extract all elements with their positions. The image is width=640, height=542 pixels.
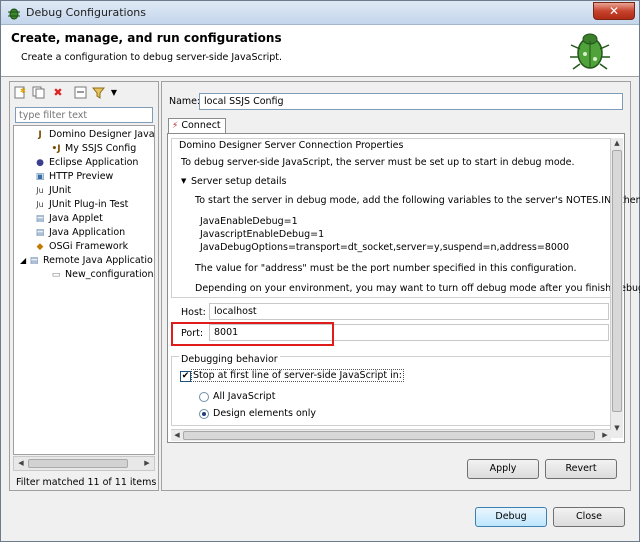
port-highlight-box — [171, 322, 334, 346]
panel-vertical-scrollbar[interactable]: ▲ ▼ — [610, 138, 623, 438]
variable-java-enable-debug: JavaEnableDebug=1 — [200, 216, 298, 227]
collapse-all-icon[interactable] — [73, 86, 87, 100]
java-app-icon: ▤ — [35, 228, 45, 238]
config-icon: ▭ — [51, 270, 61, 280]
scroll-left-arrow-icon[interactable]: ◀ — [171, 430, 183, 441]
window-close-button[interactable]: ✕ — [593, 2, 635, 20]
tree-item-label: JUnit Plug-in Test — [49, 199, 129, 210]
scrollbar-thumb[interactable] — [28, 459, 128, 468]
eclipse-icon: ● — [36, 158, 44, 168]
filter-config-icon[interactable] — [91, 86, 105, 100]
scrollbar-thumb[interactable] — [612, 150, 622, 412]
stop-at-first-line-label[interactable]: Stop at first line of server-side JavaSc… — [191, 369, 404, 382]
tree-item-label: Java Applet — [49, 213, 103, 224]
duplicate-config-icon[interactable] — [31, 86, 45, 100]
tree-item-domino-designer-javascript[interactable]: J Domino Designer JavaSc — [34, 128, 155, 142]
tree-horizontal-scrollbar[interactable]: ◀ ▶ — [13, 456, 155, 471]
variable-java-debug-options: JavaDebugOptions=transport=dt_socket,ser… — [200, 242, 570, 253]
title-bar[interactable]: Debug Configurations ✕ — [1, 1, 639, 25]
tree-item-junit[interactable]: Ju JUnit — [34, 184, 71, 198]
tree-item-java-applet[interactable]: ▤ Java Applet — [34, 212, 103, 226]
dialog-header: Create, manage, and run configurations C… — [1, 25, 639, 77]
tree-item-junit-plugin-test[interactable]: Ju JUnit Plug-in Test — [34, 198, 128, 212]
name-field[interactable]: local SSJS Config — [199, 93, 623, 110]
scroll-down-arrow-icon[interactable]: ▼ — [611, 423, 623, 434]
debug-bug-icon — [570, 33, 610, 70]
section-title[interactable]: Server setup details — [191, 176, 286, 187]
dialog-subtitle: Create a configuration to debug server-s… — [21, 52, 283, 63]
tree-item-osgi-framework[interactable]: ◆ OSGi Framework — [34, 240, 129, 254]
all-javascript-label[interactable]: All JavaScript — [213, 391, 275, 402]
bug-title-icon — [8, 8, 20, 20]
configuration-tree[interactable]: J Domino Designer JavaSc •J My SSJS Config… — [13, 125, 155, 455]
tree-item-label: Eclipse Application — [49, 157, 139, 168]
tree-item-my-ssjs-config[interactable]: •J My SSJS Config — [50, 142, 136, 156]
filter-input[interactable] — [15, 107, 153, 123]
dialog-title: Create, manage, and run configurations — [11, 31, 282, 45]
tree-item-label: Domino Designer JavaSc — [49, 129, 155, 140]
tree-item-eclipse-application[interactable]: ● Eclipse Application — [34, 156, 138, 170]
svg-text:✱: ✱ — [20, 87, 26, 95]
tree-item-label: HTTP Preview — [49, 171, 114, 182]
tree-item-label: New_configuration — [65, 269, 154, 280]
js-config-icon: •J — [51, 144, 61, 154]
applet-icon: ▤ — [35, 214, 45, 224]
http-icon: ▣ — [35, 172, 45, 182]
section-collapse-icon[interactable]: ▼ — [181, 177, 186, 185]
tab-connect[interactable]: ⚡ Connect — [168, 118, 226, 133]
revert-button[interactable]: Revert — [545, 459, 617, 479]
variable-javascript-enable-debug: JavascriptEnableDebug=1 — [200, 229, 325, 240]
filter-menu-dropdown-icon[interactable]: ▼ — [107, 86, 121, 100]
debugging-behavior-title: Debugging behavior — [179, 354, 280, 365]
tree-item-new-configuration[interactable]: ▭ New_configuration — [50, 268, 154, 282]
host-field[interactable]: localhost — [209, 303, 609, 320]
tree-item-label: OSGi Framework — [49, 241, 129, 252]
domino-js-icon: J — [38, 130, 42, 140]
debug-configurations-window: Debug Configurations ✕ Create, manage, a… — [0, 0, 640, 542]
tab-connect-label: Connect — [181, 120, 221, 131]
tree-item-label: Remote Java Applicatio — [43, 255, 153, 266]
junit-plugin-icon: Ju — [36, 200, 44, 209]
new-config-icon[interactable]: ✱ — [13, 86, 27, 100]
debug-button[interactable]: Debug — [475, 507, 547, 527]
setup-text: To start the server in debug mode, add t… — [195, 195, 640, 206]
tree-item-label: JUnit — [49, 185, 72, 196]
apply-button[interactable]: Apply — [467, 459, 539, 479]
tree-item-label: Java Application — [49, 227, 126, 238]
intro-text: To debug server-side JavaScript, the ser… — [181, 157, 575, 168]
junit-icon: Ju — [36, 186, 44, 195]
tree-item-remote-java-application[interactable]: ◢ ▤ Remote Java Applicatio — [20, 254, 153, 268]
environment-note: Depending on your environment, you may w… — [195, 283, 640, 294]
design-elements-only-label[interactable]: Design elements only — [213, 408, 316, 419]
osgi-icon: ◆ — [36, 242, 44, 252]
window-title: Debug Configurations — [26, 6, 147, 19]
config-toolbar: ✱ ✖ ▼ — [11, 85, 155, 103]
name-label: Name: — [169, 96, 201, 107]
delete-config-icon[interactable]: ✖ — [51, 86, 65, 100]
group-title: Domino Designer Server Connection Proper… — [179, 140, 404, 151]
tree-item-java-application[interactable]: ▤ Java Application — [34, 226, 125, 240]
all-javascript-radio[interactable] — [199, 392, 209, 402]
collapse-arrow-icon[interactable]: ◢ — [20, 254, 28, 268]
scroll-up-arrow-icon[interactable]: ▲ — [611, 138, 623, 149]
stop-at-first-line-checkbox[interactable]: ✔ — [180, 371, 191, 382]
filter-status: Filter matched 11 of 11 items — [16, 477, 157, 488]
address-note: The value for "address" must be the port… — [195, 263, 577, 274]
scroll-right-arrow-icon[interactable]: ▶ — [599, 430, 611, 441]
scroll-left-arrow-icon[interactable]: ◀ — [15, 458, 27, 469]
tree-item-label: My SSJS Config — [65, 143, 137, 154]
tree-item-http-preview[interactable]: ▣ HTTP Preview — [34, 170, 114, 184]
design-elements-only-radio[interactable] — [199, 409, 209, 419]
remote-java-icon: ▤ — [29, 256, 39, 266]
scroll-right-arrow-icon[interactable]: ▶ — [141, 458, 153, 469]
host-label: Host: — [181, 307, 206, 318]
connect-icon: ⚡ — [172, 121, 179, 131]
panel-horizontal-scrollbar[interactable]: ◀ ▶ — [171, 429, 611, 441]
scrollbar-thumb[interactable] — [183, 431, 595, 440]
close-button[interactable]: Close — [553, 507, 625, 527]
